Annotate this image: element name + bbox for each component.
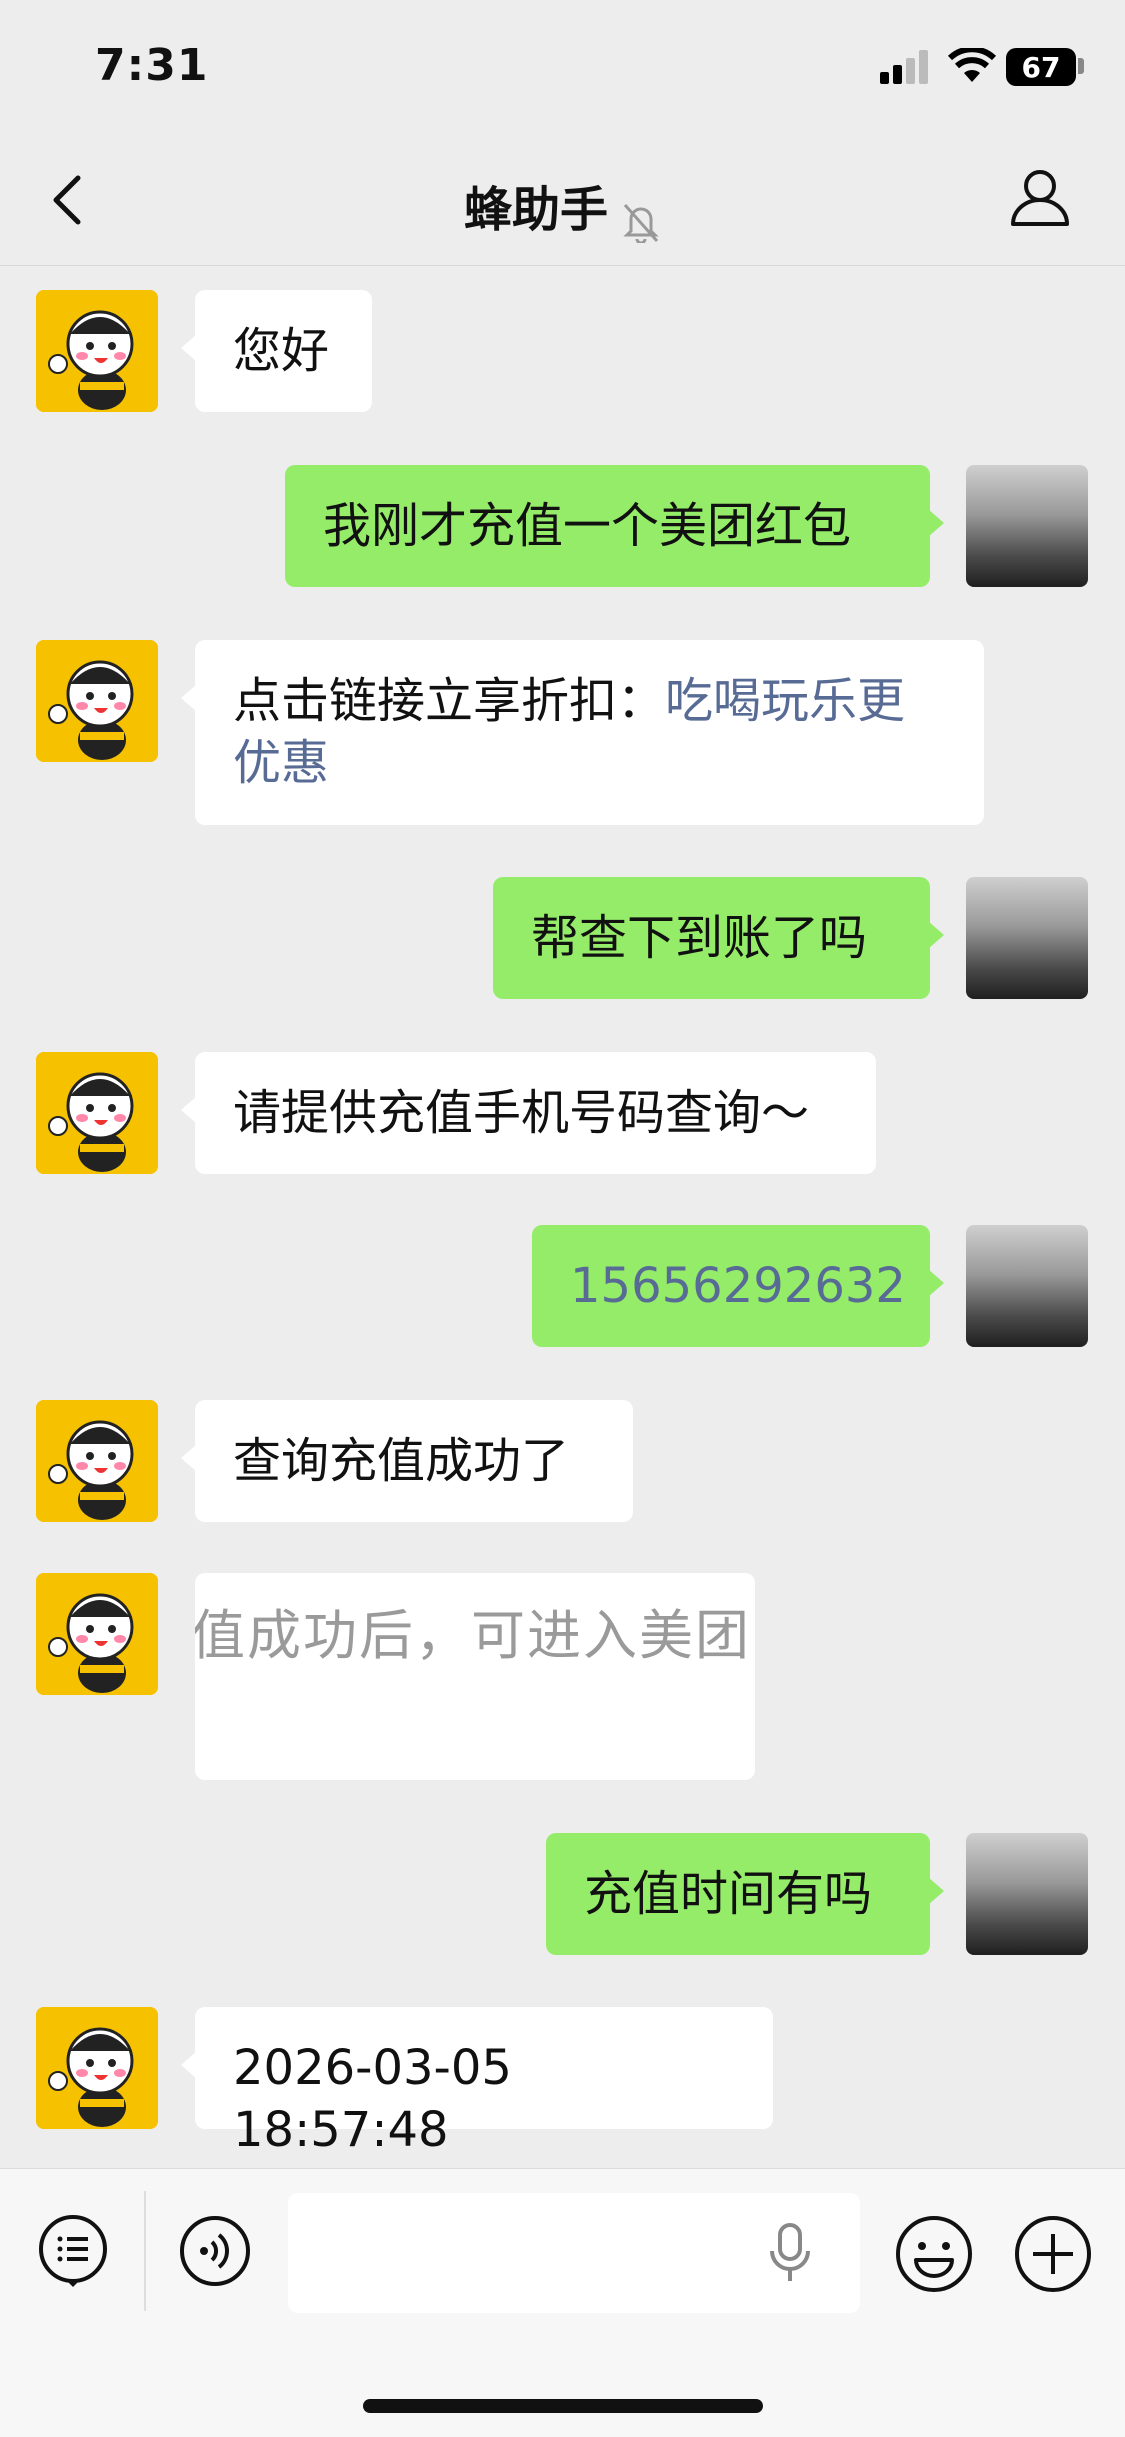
message-link[interactable]: 吃喝玩乐更 — [665, 673, 905, 729]
bee-avatar-icon — [36, 1400, 158, 1522]
chat-header: 蜂助手 — [0, 140, 1125, 266]
bee-avatar-icon — [36, 640, 158, 762]
user-avatar[interactable] — [966, 465, 1088, 587]
bee-avatar-icon — [36, 1052, 158, 1174]
plus-icon[interactable] — [1013, 2214, 1093, 2294]
input-divider — [144, 2191, 146, 2311]
list-menu-icon[interactable] — [36, 2214, 110, 2288]
bee-avatar[interactable] — [36, 640, 158, 762]
incoming-bubble[interactable]: 请提供充值手机号码查询～ — [181, 1052, 876, 1174]
bee-avatar[interactable] — [36, 1052, 158, 1174]
bee-avatar[interactable] — [36, 1573, 158, 1695]
microphone-icon[interactable] — [768, 2223, 812, 2283]
title-container: 蜂助手 — [0, 170, 1125, 243]
input-bar — [0, 2168, 1125, 2437]
emoji-icon[interactable] — [894, 2214, 974, 2294]
message-text: 点击链接立享折扣： — [233, 673, 666, 729]
battery-cap — [1078, 58, 1084, 74]
bee-avatar[interactable] — [36, 2007, 158, 2129]
image-text: 值成功后，可进入美团 — [195, 1604, 751, 1667]
bell-off-icon — [623, 203, 659, 243]
message-link[interactable]: 优惠 — [233, 735, 329, 791]
bee-avatar-icon — [36, 2007, 158, 2129]
bee-avatar[interactable] — [36, 1400, 158, 1522]
chat-title: 蜂助手 — [463, 182, 608, 238]
outgoing-bubble[interactable]: 充值时间有吗 — [546, 1833, 944, 1955]
incoming-bubble[interactable]: 2026-03-05 18:57:48 — [181, 2007, 773, 2158]
signal-icon — [880, 50, 928, 84]
battery-indicator: 67 — [1006, 48, 1076, 86]
user-avatar[interactable] — [966, 877, 1088, 999]
outgoing-bubble[interactable]: 15656292632 — [532, 1225, 944, 1347]
wifi-icon — [948, 48, 996, 82]
incoming-bubble[interactable]: 查询充值成功了 — [181, 1400, 633, 1522]
outgoing-bubble[interactable]: 帮查下到账了吗 — [493, 877, 944, 999]
voice-icon[interactable] — [178, 2214, 252, 2288]
image-message[interactable]: 值成功后，可进入美团 — [195, 1573, 755, 1780]
bee-avatar-icon — [36, 290, 158, 412]
incoming-bubble[interactable]: 点击链接立享折扣：吃喝玩乐更 优惠 — [181, 640, 984, 825]
home-indicator[interactable] — [363, 2399, 763, 2413]
person-icon[interactable] — [1005, 162, 1075, 232]
bee-avatar-icon — [36, 1573, 158, 1695]
message-input[interactable] — [288, 2193, 860, 2313]
bee-avatar[interactable] — [36, 290, 158, 412]
user-avatar[interactable] — [966, 1225, 1088, 1347]
status-bar: 7:31 67 — [0, 0, 1125, 140]
status-time: 7:31 — [95, 40, 209, 91]
outgoing-bubble[interactable]: 我刚才充值一个美团红包 — [285, 465, 944, 587]
incoming-bubble[interactable]: 您好 — [181, 290, 372, 412]
user-avatar[interactable] — [966, 1833, 1088, 1955]
